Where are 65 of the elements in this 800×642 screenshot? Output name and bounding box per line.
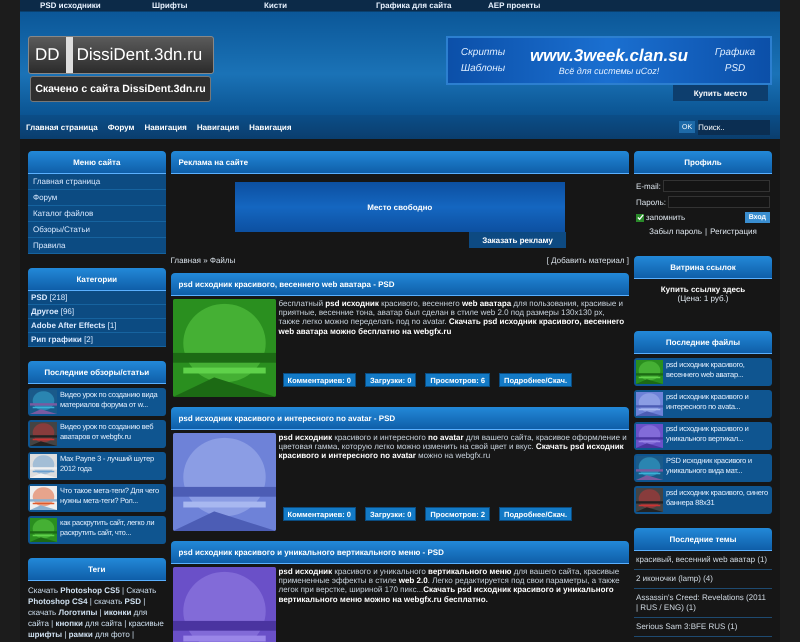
top-menu-link[interactable]: PSD исходники (40, 1, 152, 10)
topic-link[interactable]: 2 иконочки (lamp) (4) (634, 570, 772, 589)
menu-item[interactable]: Форум (28, 190, 166, 206)
nav-link[interactable]: Главная страница (26, 122, 98, 132)
ad-banner[interactable]: Скрипты Шаблоны www.3week.clan.su Всё для системы uCoz! Графика PSD (446, 36, 772, 85)
banner-word: Шаблоны (460, 63, 506, 74)
entry-title[interactable]: psd исходник красивого и интересного no avatar - PSD (170, 407, 629, 430)
box-header: Меню сайта (28, 151, 166, 174)
forgot-password-link[interactable]: Забыл пароль (649, 227, 702, 236)
entry-description: psd исходник красивого и уникального вертикального меню для вашего сайта, красивые примененные эффекты в стиле web 2.0. Легко редактируется под свои параметры, а также легок при верстке, шириной 170 пикс...Скачать psd исходник красивого и уникального вертикального меню можно на webgfx.ru бесплатно. (278, 567, 621, 604)
banner-word: PSD (724, 63, 746, 74)
banner-url: www.3week.clan.su (530, 46, 688, 66)
buy-link[interactable]: Купить ссылку здесь (660, 285, 746, 294)
box-header: Витрина ссылок (634, 256, 772, 279)
nav-link[interactable]: Форум (108, 122, 134, 132)
nav-link[interactable]: Навигация (196, 122, 240, 132)
search-field[interactable]: Поиск.. (698, 120, 770, 134)
order-ad-button[interactable]: Заказать рекламу (469, 232, 566, 248)
topic-link[interactable]: Assassin's Creed: Revelations (2011 | RUS / ENG) (1) (634, 589, 772, 618)
buy-place-button[interactable]: Купить место (673, 85, 768, 101)
menu-item[interactable]: Главная страница (28, 174, 166, 190)
field-label: Пароль: (636, 198, 666, 206)
field-label: E-mail: (636, 182, 661, 190)
tags-text: Скачать Photoshop CS5 | Скачать Photoshop CS4 | скачать PSD | скачать Логотипы | иконки для сайта | кнопки для сайта | красивые шрифты | рамки для фото | (28, 585, 165, 640)
remember-checkbox[interactable] (636, 214, 644, 222)
entry-title[interactable]: psd исходник красивого, весеннего web аватара - PSD (170, 273, 629, 296)
category-link[interactable]: Adobe After Effects [1] (28, 319, 166, 333)
banner-word: Графика (714, 47, 756, 58)
site-subtitle: Скачено с сайта DissiDent.3dn.ru (30, 76, 211, 102)
category-link[interactable]: Рип графики [2] (28, 333, 166, 347)
box-header: Последние темы (634, 528, 772, 551)
box-header: Реклама на сайте (170, 151, 629, 174)
entry-description: бесплатный psd исходник красивого, весеннего web аватара для пользования, красивые и приятные, весенние тона, аватар был сделан в стиле web 2.0 под размеры 130х130 px, также легко можно переделать под no avatar. Скачать psd исходник красивого, весеннего web аватара можно бесплатно на webgfx.ru (278, 299, 626, 336)
box-header: Последние обзоры/статьи (28, 361, 166, 384)
box-header: Последние файлы (634, 331, 772, 354)
menu-item[interactable]: Правила (28, 238, 166, 254)
menu-item[interactable]: Каталог файлов (28, 206, 166, 222)
nav-link[interactable]: Навигация (144, 122, 187, 132)
site-title: DissiDent.3dn.ru (76, 45, 202, 65)
top-menu-link[interactable]: AEP проекты (488, 1, 600, 10)
top-menu-link[interactable]: Графика для сайта (376, 1, 488, 10)
entry-description: psd исходник красивого и интересного no avatar для вашего сайта, красивое оформление и цветовая гамма, которую легко можно изменить на свой цвет и вкус. Скачать psd исходник красивого и интересного no avatar можно на webgfx.ru (278, 433, 627, 461)
box-header: Профиль (634, 151, 772, 174)
top-menu-link[interactable]: Кисти (264, 1, 376, 10)
box-header: Теги (28, 558, 166, 581)
price-text: (Цена: 1 руб.) (678, 294, 728, 303)
topic-link[interactable]: красивый, весенний web аватар (1) (634, 551, 772, 570)
box-header: Категории (28, 268, 166, 291)
password-field[interactable] (668, 196, 770, 208)
breadcrumb[interactable]: Главная » Файлы (170, 256, 236, 265)
email-field[interactable] (662, 180, 770, 192)
remember-label: запомнить (646, 213, 686, 222)
topic-link[interactable]: Serious Sam 3:BFE RUS (1) (634, 618, 772, 637)
banner-tagline: Всё для системы uCoz! (558, 66, 660, 76)
nav-link[interactable]: Навигация (249, 122, 292, 132)
separator: | (705, 227, 708, 236)
category-link[interactable]: Другое [96] (28, 305, 166, 319)
menu-item[interactable]: Обзоры/Статьи (28, 222, 166, 238)
category-link[interactable]: PSD [218] (28, 291, 166, 305)
entry-title[interactable]: psd исходник красивого и уникального вертикального меню - PSD (170, 541, 629, 564)
ad-slot: Место свободно (234, 182, 565, 232)
add-material-link[interactable]: [ Добавить материал ] (546, 256, 629, 265)
banner-word: Скрипты (460, 47, 506, 58)
register-link[interactable]: Регистрация (710, 227, 757, 236)
top-menu-link[interactable]: Шрифты (152, 1, 264, 10)
